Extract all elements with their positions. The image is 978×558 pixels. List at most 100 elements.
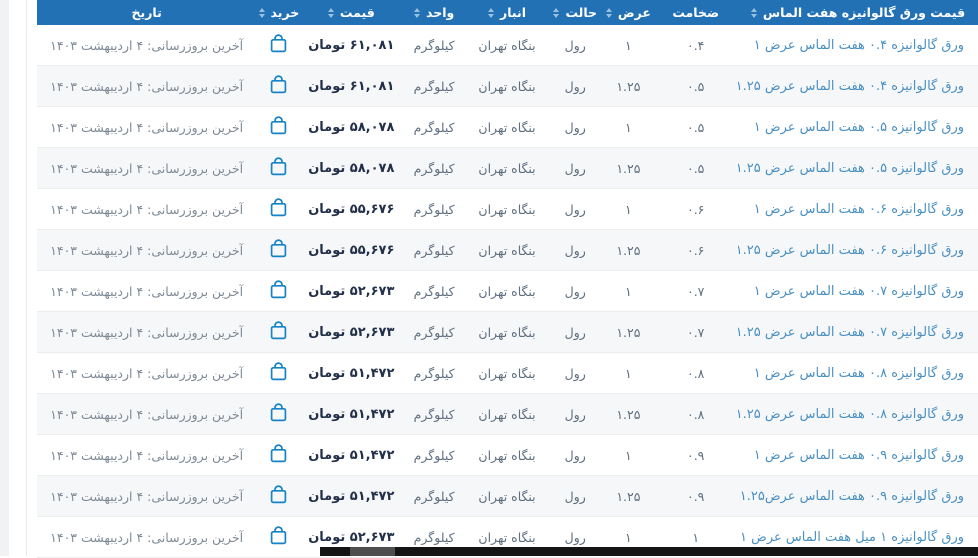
state-cell: رول: [547, 312, 603, 353]
product-link[interactable]: ورق گالوانیزه ۰.۵ هفت الماس عرض ۱: [754, 120, 964, 135]
unit-cell: کیلوگرم: [401, 189, 467, 230]
table-row: ورق گالوانیزه ۰.۴ هفت الماس عرض ۱ ۰.۴ ۱ …: [37, 25, 978, 66]
buy-button[interactable]: [268, 402, 289, 423]
unit-cell: کیلوگرم: [401, 230, 467, 271]
product-link[interactable]: ورق گالوانیزه ۰.۴ هفت الماس عرض ۱: [754, 38, 964, 53]
buy-cell: [256, 517, 301, 558]
column-header-product-label: قیمت ورق گالوانیزه هفت الماس: [763, 5, 965, 20]
price-cell: ۵۱,۴۷۲ تومان: [301, 476, 401, 517]
table-row: ورق گالوانیزه ۰.۵ هفت الماس عرض ۱.۲۵ ۰.۵…: [37, 148, 978, 189]
state-cell: رول: [547, 476, 603, 517]
product-link[interactable]: ورق گالوانیزه ۰.۶ هفت الماس عرض ۱: [754, 202, 964, 217]
date-cell: آخرین بروزرسانی: ۴ اردیبهشت ۱۴۰۳: [37, 435, 256, 476]
product-name-cell: ورق گالوانیزه ۰.۵ هفت الماس عرض ۱.۲۵: [738, 148, 978, 189]
column-header-product[interactable]: قیمت ورق گالوانیزه هفت الماس: [738, 0, 978, 25]
buy-button[interactable]: [268, 279, 289, 300]
price-cell: ۶۱,۰۸۱ تومان: [301, 66, 401, 107]
buy-button[interactable]: [268, 197, 289, 218]
date-cell: آخرین بروزرسانی: ۴ اردیبهشت ۱۴۰۳: [37, 230, 256, 271]
buy-button[interactable]: [268, 238, 289, 259]
column-header-warehouse[interactable]: انبار: [467, 0, 547, 25]
shopping-bag-icon: [268, 361, 289, 382]
table-header: قیمت ورق گالوانیزه هفت الماس ضخامت عرض ح…: [37, 0, 978, 25]
product-link[interactable]: ورق گالوانیزه ۰.۶ هفت الماس عرض ۱.۲۵: [738, 243, 964, 258]
product-link[interactable]: ورق گالوانیزه ۱ میل هفت الماس عرض ۱: [740, 530, 964, 545]
price-cell: ۵۲,۶۷۳ تومان: [301, 271, 401, 312]
price-cell: ۵۱,۴۷۲ تومان: [301, 435, 401, 476]
thickness-cell: ۰.۹: [653, 476, 738, 517]
product-link[interactable]: ورق گالوانیزه ۰.۷ هفت الماس عرض ۱.۲۵: [738, 325, 964, 340]
shopping-bag-icon: [268, 320, 289, 341]
table-row: ورق گالوانیزه ۰.۷ هفت الماس عرض ۱ ۰.۷ ۱ …: [37, 271, 978, 312]
unit-cell: کیلوگرم: [401, 66, 467, 107]
buy-cell: [256, 107, 301, 148]
column-header-buy[interactable]: خرید: [256, 0, 301, 25]
buy-cell: [256, 230, 301, 271]
product-link[interactable]: ورق گالوانیزه ۰.۹ هفت الماس عرض۱.۲۵: [740, 489, 964, 504]
column-header-unit[interactable]: واحد: [401, 0, 467, 25]
column-header-warehouse-label: انبار: [500, 5, 526, 20]
buy-button[interactable]: [268, 484, 289, 505]
date-cell: آخرین بروزرسانی: ۴ اردیبهشت ۱۴۰۳: [37, 66, 256, 107]
shopping-bag-icon: [268, 156, 289, 177]
shopping-bag-icon: [268, 33, 289, 54]
date-cell: آخرین بروزرسانی: ۴ اردیبهشت ۱۴۰۳: [37, 107, 256, 148]
buy-cell: [256, 394, 301, 435]
product-link[interactable]: ورق گالوانیزه ۰.۹ هفت الماس عرض ۱: [754, 448, 964, 463]
buy-button[interactable]: [268, 33, 289, 54]
product-link[interactable]: ورق گالوانیزه ۰.۷ هفت الماس عرض ۱: [754, 284, 964, 299]
warehouse-cell: بنگاه تهران: [467, 25, 547, 66]
price-table: قیمت ورق گالوانیزه هفت الماس ضخامت عرض ح…: [37, 0, 978, 558]
buy-button[interactable]: [268, 525, 289, 546]
buy-cell: [256, 25, 301, 66]
thickness-cell: ۰.۷: [653, 271, 738, 312]
price-table-container: قیمت ورق گالوانیزه هفت الماس ضخامت عرض ح…: [37, 0, 978, 558]
buy-button[interactable]: [268, 443, 289, 464]
buy-button[interactable]: [268, 361, 289, 382]
unit-cell: کیلوگرم: [401, 25, 467, 66]
video-progress-bar[interactable]: [320, 547, 978, 556]
shopping-bag-icon: [268, 443, 289, 464]
column-header-date: تاریخ: [37, 0, 256, 25]
buy-button[interactable]: [268, 115, 289, 136]
thickness-cell: ۰.۶: [653, 189, 738, 230]
warehouse-cell: بنگاه تهران: [467, 271, 547, 312]
product-link[interactable]: ورق گالوانیزه ۰.۴ هفت الماس عرض ۱.۲۵: [738, 79, 964, 94]
width-cell: ۱: [603, 25, 653, 66]
shopping-bag-icon: [268, 238, 289, 259]
column-header-price[interactable]: قیمت: [301, 0, 401, 25]
column-header-date-label: تاریخ: [132, 5, 162, 20]
buy-cell: [256, 353, 301, 394]
shopping-bag-icon: [268, 197, 289, 218]
sort-carets-icon: [414, 8, 420, 18]
product-link[interactable]: ورق گالوانیزه ۰.۸ هفت الماس عرض ۱.۲۵: [738, 407, 964, 422]
state-cell: رول: [547, 271, 603, 312]
table-row: ورق گالوانیزه ۰.۵ هفت الماس عرض ۱ ۰.۵ ۱ …: [37, 107, 978, 148]
shopping-bag-icon: [268, 484, 289, 505]
width-cell: ۱.۲۵: [603, 476, 653, 517]
product-name-cell: ورق گالوانیزه ۰.۹ هفت الماس عرض ۱: [738, 435, 978, 476]
product-name-cell: ورق گالوانیزه ۰.۵ هفت الماس عرض ۱: [738, 107, 978, 148]
unit-cell: کیلوگرم: [401, 435, 467, 476]
state-cell: رول: [547, 66, 603, 107]
sort-carets-icon: [751, 8, 757, 18]
state-cell: رول: [547, 189, 603, 230]
page-left-divider: [26, 0, 27, 556]
column-header-width[interactable]: عرض: [603, 0, 653, 25]
buy-button[interactable]: [268, 320, 289, 341]
buy-cell: [256, 66, 301, 107]
column-header-state[interactable]: حالت: [547, 0, 603, 25]
product-link[interactable]: ورق گالوانیزه ۰.۵ هفت الماس عرض ۱.۲۵: [738, 161, 964, 176]
width-cell: ۱.۲۵: [603, 66, 653, 107]
column-header-thickness-label: ضخامت: [672, 5, 719, 20]
product-name-cell: ورق گالوانیزه ۰.۶ هفت الماس عرض ۱.۲۵: [738, 230, 978, 271]
unit-cell: کیلوگرم: [401, 476, 467, 517]
unit-cell: کیلوگرم: [401, 148, 467, 189]
buy-button[interactable]: [268, 74, 289, 95]
column-header-unit-label: واحد: [426, 5, 454, 20]
buy-button[interactable]: [268, 156, 289, 177]
warehouse-cell: بنگاه تهران: [467, 66, 547, 107]
unit-cell: کیلوگرم: [401, 271, 467, 312]
warehouse-cell: بنگاه تهران: [467, 230, 547, 271]
product-link[interactable]: ورق گالوانیزه ۰.۸ هفت الماس عرض ۱: [754, 366, 964, 381]
